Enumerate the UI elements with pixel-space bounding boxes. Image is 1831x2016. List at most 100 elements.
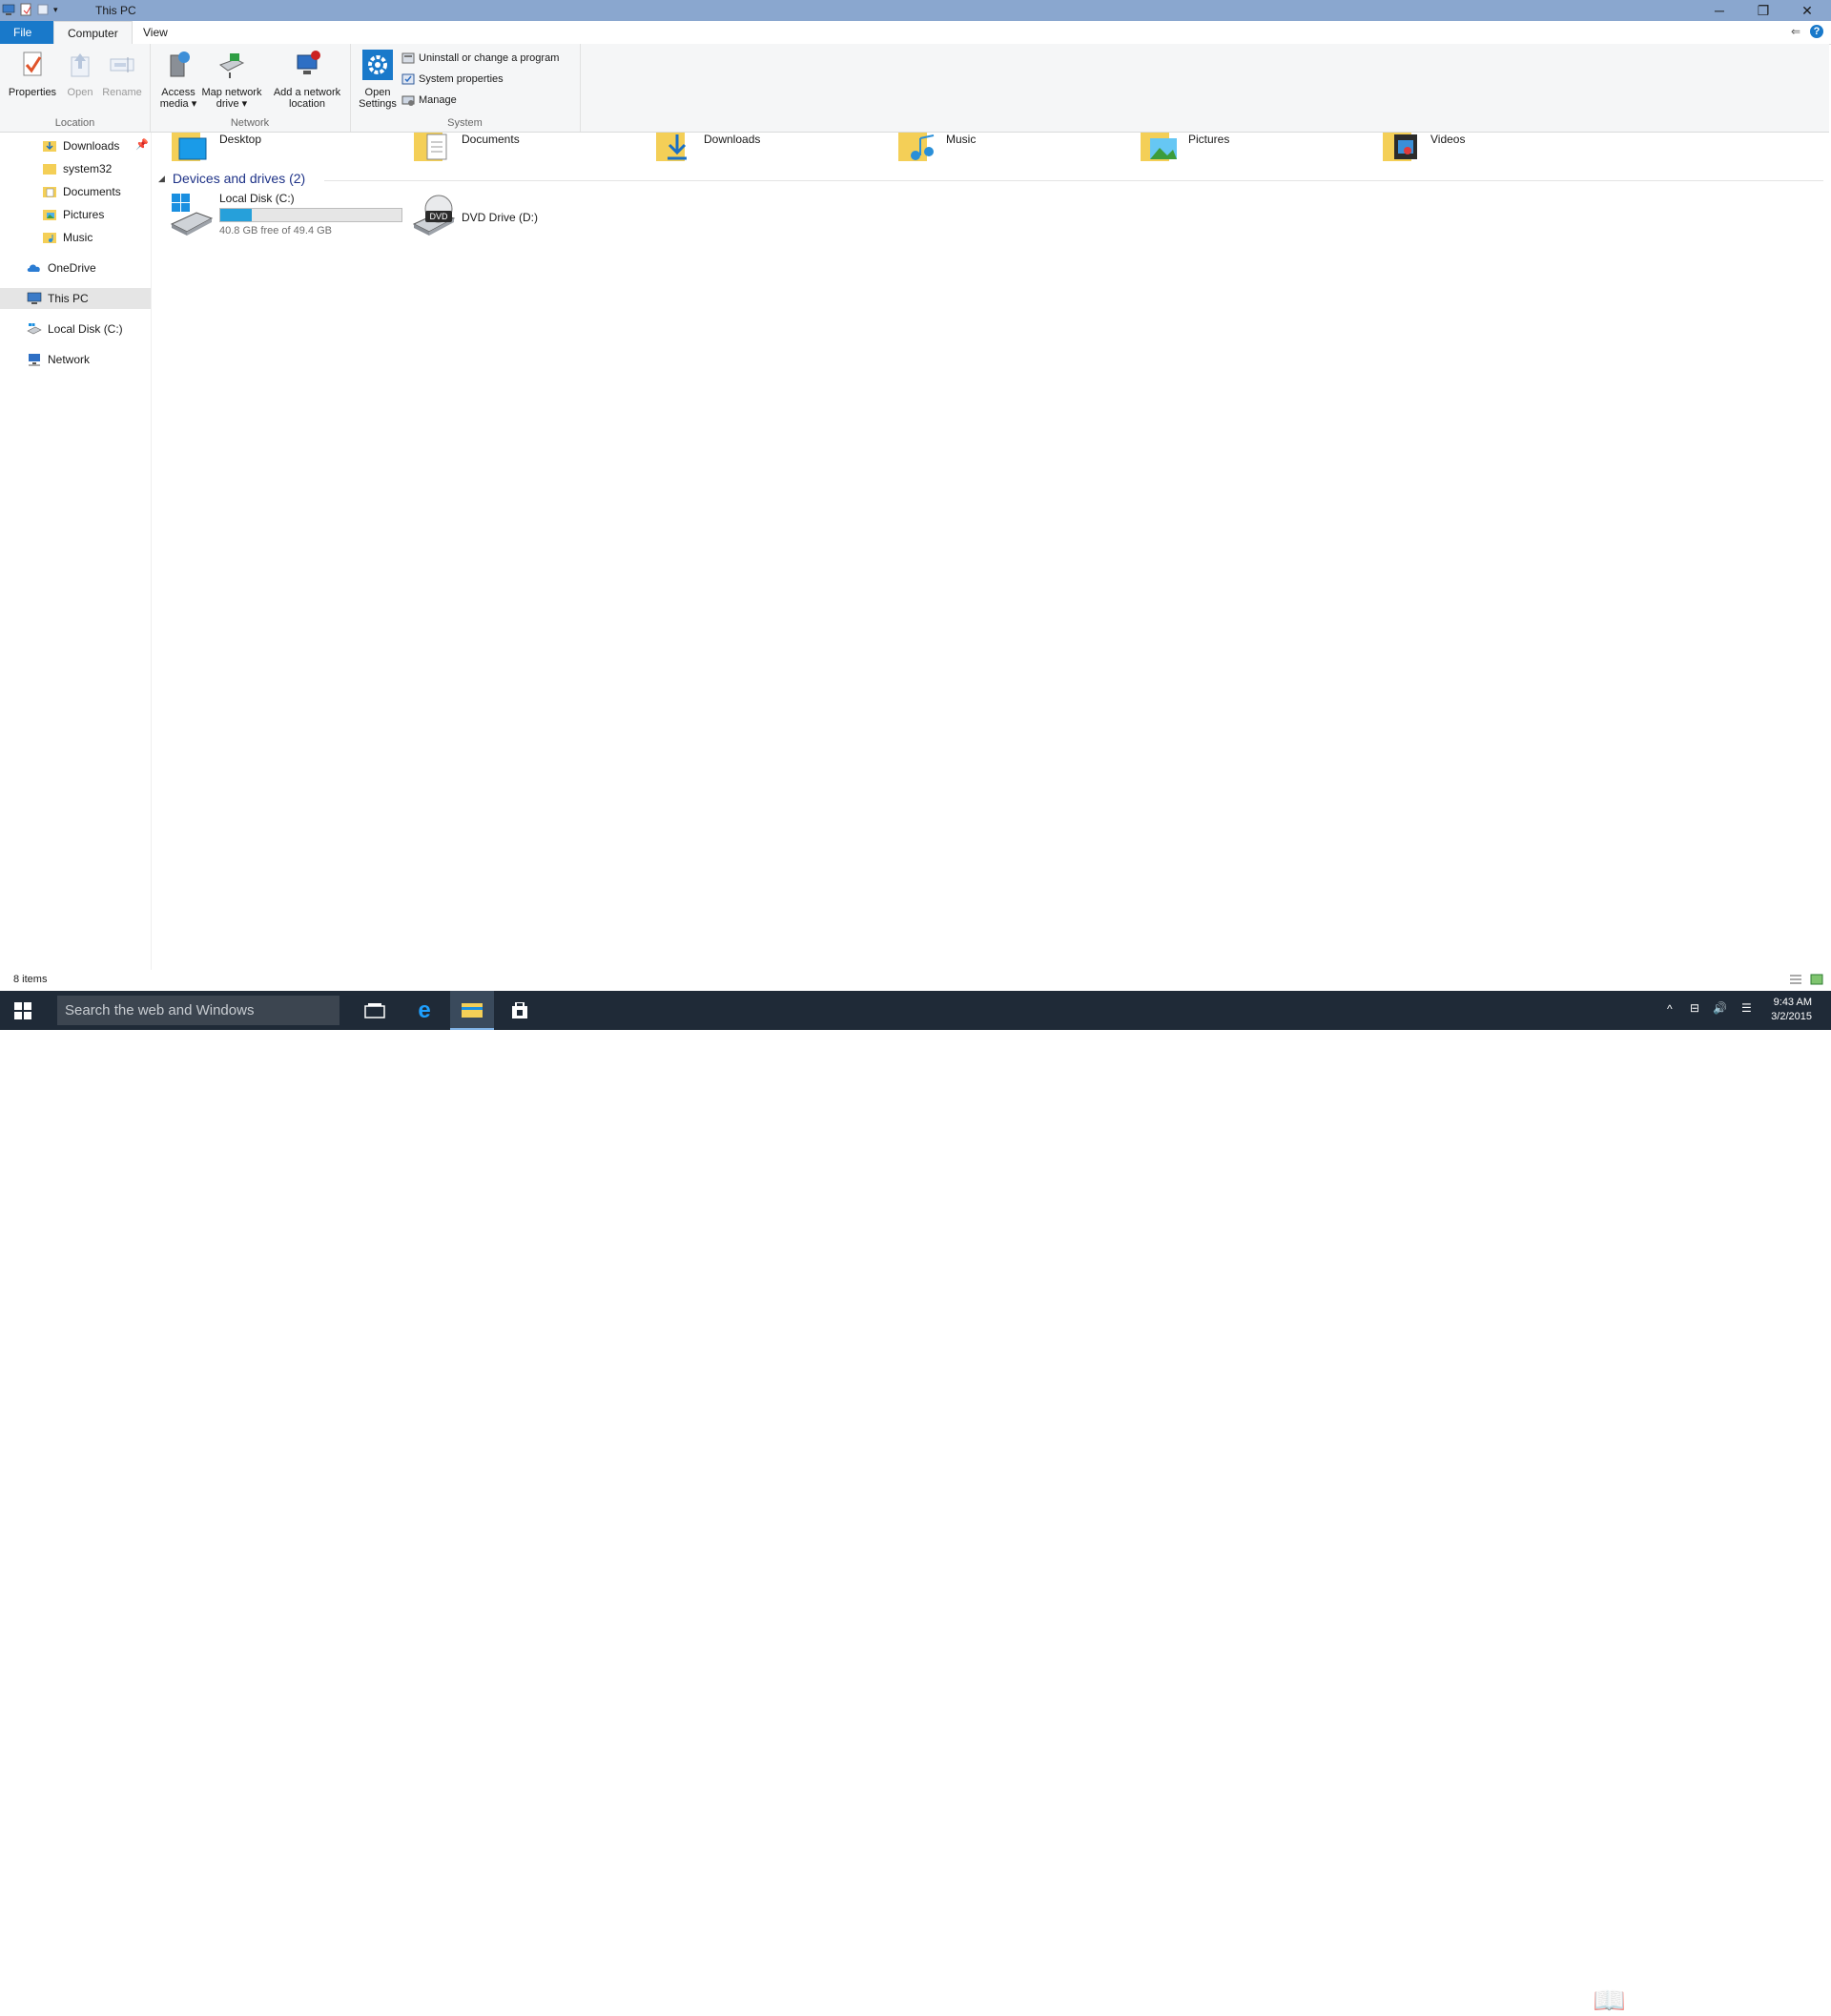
nav-item-downloads[interactable]: Downloads [42, 135, 119, 156]
nav-item-pictures[interactable]: Pictures [42, 204, 104, 225]
nav-item-network[interactable]: Network [27, 349, 90, 370]
tab-view[interactable]: View [130, 21, 181, 44]
open-icon [71, 53, 90, 77]
add-network-location-button[interactable]: Add a network location [268, 50, 346, 110]
details-view-icon[interactable] [1789, 974, 1802, 985]
folder-desktop[interactable]: Desktop [172, 133, 261, 161]
open-settings-label-2: Settings [359, 98, 397, 110]
customize-quick-access-icon[interactable]: ▾ [53, 5, 58, 15]
close-button[interactable]: ✕ [1785, 0, 1829, 21]
nav-downloads-label: Downloads [63, 139, 120, 153]
local-disk-icon [170, 194, 214, 236]
group-label-network: Network [230, 117, 270, 129]
documents-folder-icon [43, 187, 56, 197]
system-properties-icon [401, 73, 415, 85]
tab-file[interactable]: File [0, 21, 53, 44]
nav-item-local-disk[interactable]: Local Disk (C:) [27, 319, 123, 339]
maximize-button[interactable]: ❐ [1741, 0, 1785, 21]
group-label-location: Location [54, 117, 95, 129]
rename-icon [110, 57, 134, 72]
watermark: 📖 The Collection Book [1593, 1985, 1793, 2016]
folder-pictures[interactable]: Pictures [1141, 133, 1229, 161]
map-drive-label-2: drive ▾ [216, 98, 248, 110]
folder-pictures-label: Pictures [1188, 133, 1230, 146]
ribbon-tabs: File Computer View ⇐ ? [0, 21, 1831, 45]
taskbar-ie-button[interactable]: e [402, 991, 446, 1030]
open-button[interactable]: Open [61, 50, 99, 98]
nav-system32-label: system32 [63, 162, 113, 175]
devices-section-header[interactable]: ◢ Devices and drives (2) [158, 171, 305, 186]
nav-this-pc-label: This PC [48, 292, 89, 305]
folder-documents[interactable]: Documents [414, 133, 520, 161]
folder-videos[interactable]: Videos [1383, 133, 1465, 161]
open-settings-button[interactable]: Open Settings [356, 50, 400, 110]
local-disk-name: Local Disk (C:) [219, 192, 295, 205]
action-center-icon[interactable]: ☰ [1741, 1001, 1752, 1015]
volume-icon[interactable]: 🔊 [1713, 1001, 1727, 1015]
open-settings-label-1: Open [364, 87, 391, 98]
videos-folder-icon [1383, 133, 1417, 161]
task-view-button[interactable] [353, 991, 397, 1030]
this-pc-icon[interactable] [2, 2, 15, 17]
status-bar: 8 items [0, 970, 1831, 991]
properties-icon [23, 51, 42, 76]
folder-icon [43, 164, 56, 175]
content-pane: Desktop Documents Downloads Music Pictur… [153, 133, 1831, 970]
local-disk-icon [27, 323, 42, 335]
taskbar-store-button[interactable] [498, 991, 542, 1030]
network-icon [29, 354, 40, 366]
taskbar-search-box[interactable]: Search the web and Windows [57, 996, 339, 1025]
minimize-button[interactable]: ─ [1697, 0, 1741, 21]
clock-time: 9:43 AM [1773, 997, 1812, 1008]
disk-usage-bar [219, 208, 402, 222]
manage-link[interactable]: Manage [401, 93, 457, 107]
folder-music[interactable]: Music [898, 133, 976, 161]
nav-item-system32[interactable]: system32 [42, 158, 112, 179]
drive-local-disk[interactable]: Local Disk (C:) 40.8 GB free of 49.4 GB [170, 192, 402, 237]
downloads-folder-icon [656, 133, 687, 161]
folder-downloads-label: Downloads [704, 133, 761, 146]
manage-icon [401, 95, 415, 106]
taskbar: Search the web and Windows e 📖 The Colle… [0, 991, 1831, 2015]
nav-music-label: Music [63, 231, 93, 244]
taskbar-clock[interactable]: 9:43 AM 3/2/2015 [1771, 996, 1812, 1024]
nav-item-music[interactable]: Music [42, 227, 93, 248]
rename-button[interactable]: Rename [99, 50, 145, 98]
access-media-button[interactable]: Access media ▾ [155, 50, 201, 110]
section-divider [324, 180, 1823, 181]
large-icons-view-icon[interactable] [1810, 974, 1823, 985]
internet-explorer-icon: e [418, 997, 431, 1023]
drive-dvd[interactable]: DVD DVD Drive (D:) [412, 192, 538, 236]
open-label: Open [67, 87, 93, 98]
network-tray-icon[interactable]: ⊟ [1690, 1001, 1699, 1015]
nav-item-this-pc[interactable]: This PC [0, 288, 151, 309]
show-hidden-icons-icon[interactable]: ^ [1667, 1002, 1673, 1016]
uninstall-program-link[interactable]: Uninstall or change a program [401, 51, 559, 65]
onedrive-cloud-icon [27, 264, 40, 272]
local-disk-free-space: 40.8 GB free of 49.4 GB [219, 225, 333, 237]
start-button[interactable] [0, 991, 46, 1030]
disk-usage-fill [220, 209, 253, 221]
music-folder-icon [43, 233, 56, 243]
nav-item-onedrive[interactable]: OneDrive [27, 257, 96, 278]
add-network-location-icon [297, 51, 320, 74]
tab-computer[interactable]: Computer [53, 21, 133, 45]
folder-downloads[interactable]: Downloads [656, 133, 760, 161]
map-network-drive-button[interactable]: Map network drive ▾ [197, 50, 266, 110]
watermark-text: The Collection Book [1638, 1990, 1793, 2009]
new-folder-quick-icon[interactable] [36, 2, 50, 17]
properties-button[interactable]: Properties [6, 50, 59, 98]
pin-icon[interactable]: 📌 [135, 138, 149, 151]
system-properties-label: System properties [419, 73, 504, 85]
properties-quick-icon[interactable] [19, 2, 32, 17]
taskbar-file-explorer-button[interactable] [450, 991, 494, 1030]
minimize-ribbon-icon[interactable]: ⇐ [1791, 25, 1800, 38]
nav-documents-label: Documents [63, 185, 121, 198]
music-folder-icon [898, 133, 935, 161]
nav-network-label: Network [48, 353, 91, 366]
help-icon[interactable]: ? [1810, 25, 1823, 38]
system-properties-link[interactable]: System properties [401, 72, 504, 86]
devices-header-label: Devices and drives (2) [172, 171, 306, 186]
nav-item-documents[interactable]: Documents [42, 181, 121, 202]
nav-onedrive-label: OneDrive [48, 261, 96, 275]
